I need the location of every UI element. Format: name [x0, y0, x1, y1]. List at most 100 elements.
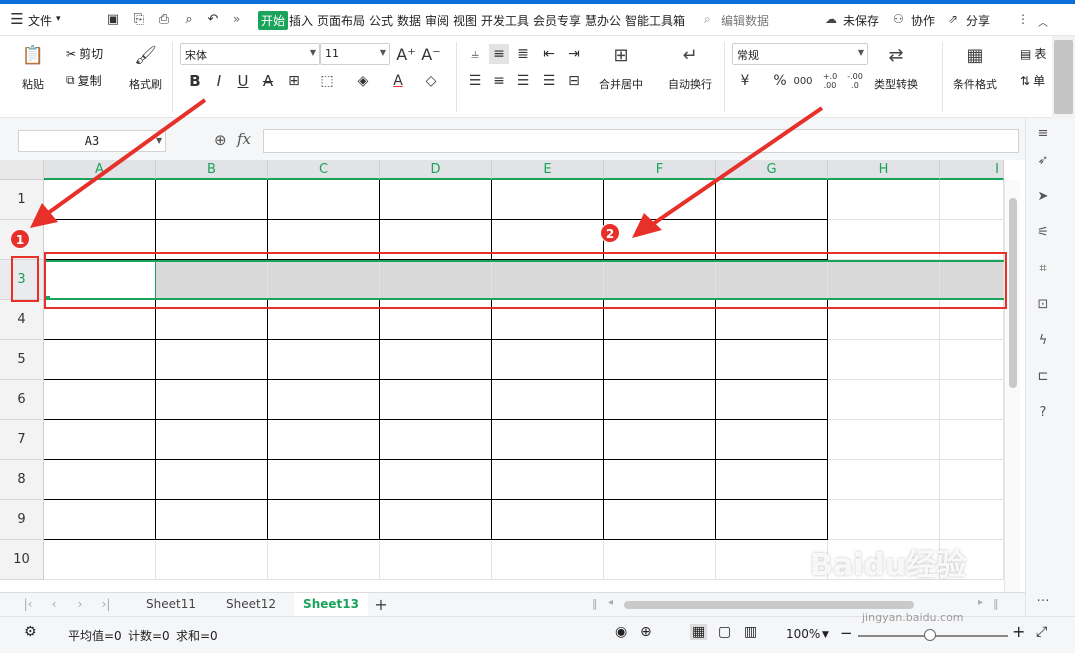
- cell-i7[interactable]: [940, 420, 1004, 460]
- active-cell-a3[interactable]: [44, 261, 156, 299]
- increase-font-icon[interactable]: A⁺: [396, 44, 416, 64]
- cell-d6[interactable]: [380, 380, 492, 420]
- share-button[interactable]: 分享: [966, 12, 990, 29]
- column-header-i[interactable]: I: [940, 160, 1004, 180]
- cell-h10[interactable]: [828, 540, 940, 580]
- unsaved-status[interactable]: 未保存: [843, 12, 879, 29]
- page-break-view-icon[interactable]: ▥: [744, 624, 757, 640]
- cell-d10[interactable]: [380, 540, 492, 580]
- cell-c6[interactable]: [268, 380, 380, 420]
- cell-i1[interactable]: [940, 180, 1004, 220]
- export-pdf-icon[interactable]: ⎘: [130, 10, 148, 28]
- book-search-icon[interactable]: ⊏: [1034, 367, 1052, 385]
- cell-b3[interactable]: [156, 260, 268, 300]
- sheet-tab-sheet12[interactable]: Sheet12: [214, 593, 288, 616]
- print-preview-icon[interactable]: ⌕: [180, 10, 198, 28]
- lightning-icon[interactable]: ϟ: [1034, 331, 1052, 349]
- cell-b7[interactable]: [156, 420, 268, 460]
- column-header-c[interactable]: C: [268, 160, 380, 180]
- tab-review[interactable]: 审阅: [425, 12, 449, 29]
- cell-d3[interactable]: [380, 260, 492, 300]
- column-header-e[interactable]: E: [492, 160, 604, 180]
- percent-icon[interactable]: %: [770, 71, 790, 91]
- row-header-5[interactable]: 5: [0, 340, 44, 380]
- tab-developer[interactable]: 开发工具: [481, 12, 529, 29]
- collaborate-button[interactable]: 协作: [911, 12, 935, 29]
- align-top-icon[interactable]: ⫨: [465, 44, 485, 64]
- row-header-1[interactable]: 1: [0, 180, 44, 220]
- clear-format-icon[interactable]: ◇: [421, 71, 441, 91]
- scrollbar-thumb[interactable]: [1054, 40, 1073, 114]
- cell-i3[interactable]: [940, 260, 1004, 300]
- cell-i10[interactable]: [940, 540, 1004, 580]
- merge-center-button[interactable]: ⊞ 合并居中: [599, 42, 643, 92]
- cell-a8[interactable]: [44, 460, 156, 500]
- more-dots-icon[interactable]: …: [1034, 588, 1052, 606]
- select-all-corner[interactable]: [0, 160, 44, 180]
- row-header-8[interactable]: 8: [0, 460, 44, 500]
- ribbon-scrollbar[interactable]: [1052, 36, 1075, 118]
- font-size-select[interactable]: 11 ▼: [320, 43, 390, 65]
- tab-member[interactable]: 会员专享: [533, 12, 581, 29]
- row-header-6[interactable]: 6: [0, 380, 44, 420]
- cell-g2[interactable]: [716, 220, 828, 260]
- zoom-in-button[interactable]: +: [1012, 622, 1025, 641]
- cell-g7[interactable]: [716, 420, 828, 460]
- search-icon[interactable]: ⌕: [704, 12, 711, 27]
- split-handle-right-icon[interactable]: ‖: [993, 597, 999, 610]
- hscroll-left-icon[interactable]: ◂: [608, 597, 613, 608]
- decrease-decimal-icon[interactable]: -.00 .0: [845, 71, 865, 91]
- cell-c7[interactable]: [268, 420, 380, 460]
- macro-record-icon[interactable]: ⚙: [24, 624, 37, 640]
- cell-h1[interactable]: [828, 180, 940, 220]
- cell-f6[interactable]: [604, 380, 716, 420]
- cell-a10[interactable]: [44, 540, 156, 580]
- cell-a1[interactable]: [44, 180, 156, 220]
- sliders-icon[interactable]: ⚟: [1034, 223, 1052, 241]
- zoom-dropdown-icon[interactable]: ▼: [822, 630, 829, 640]
- cursor-icon[interactable]: ➤: [1034, 187, 1052, 205]
- cell-i6[interactable]: [940, 380, 1004, 420]
- cell-g8[interactable]: [716, 460, 828, 500]
- cell-b4[interactable]: [156, 300, 268, 340]
- cell-c10[interactable]: [268, 540, 380, 580]
- normal-view-icon[interactable]: ▦: [690, 624, 708, 640]
- increase-decimal-icon[interactable]: +.0 .00: [820, 71, 840, 91]
- column-header-h[interactable]: H: [828, 160, 940, 180]
- align-left-icon[interactable]: ☰: [465, 71, 485, 91]
- cell-h5[interactable]: [828, 340, 940, 380]
- cell-d1[interactable]: [380, 180, 492, 220]
- wrap-text-button[interactable]: ↵ 自动换行: [668, 42, 712, 92]
- conditional-format-button[interactable]: ▦ 条件格式: [953, 42, 997, 92]
- cell-a6[interactable]: [44, 380, 156, 420]
- cell-d5[interactable]: [380, 340, 492, 380]
- zoom-slider-handle[interactable]: [924, 629, 936, 641]
- type-convert-button[interactable]: ⇄ 类型转换: [874, 42, 918, 92]
- freeze-panes-icon[interactable]: ⊕: [640, 624, 652, 640]
- cell-i4[interactable]: [940, 300, 1004, 340]
- decrease-indent-icon[interactable]: ⇤: [539, 44, 559, 64]
- font-name-select[interactable]: 宋体 ▼: [180, 43, 320, 65]
- zoom-level[interactable]: 100%: [786, 627, 820, 641]
- save-icon[interactable]: ▣: [104, 10, 122, 28]
- cell-e9[interactable]: [492, 500, 604, 540]
- decrease-font-icon[interactable]: A⁻: [421, 44, 441, 64]
- cell-c5[interactable]: [268, 340, 380, 380]
- copy-button[interactable]: ⧉ 复制: [66, 72, 102, 89]
- more-tools-chevron-icon[interactable]: »: [233, 12, 240, 26]
- fx-icon[interactable]: fx: [237, 130, 251, 148]
- italic-icon[interactable]: I: [209, 71, 229, 91]
- tab-smart-office[interactable]: 慧办公: [585, 12, 621, 29]
- cell-f10[interactable]: [604, 540, 716, 580]
- row-header-10[interactable]: 10: [0, 540, 44, 580]
- cell-h2[interactable]: [828, 220, 940, 260]
- cell-a2[interactable]: [44, 220, 156, 260]
- cell-b6[interactable]: [156, 380, 268, 420]
- add-sheet-button[interactable]: +: [370, 593, 392, 616]
- cell-c3[interactable]: [268, 260, 380, 300]
- single-cell-button[interactable]: ⇅ 单: [1020, 72, 1045, 89]
- file-menu[interactable]: 文件: [28, 12, 52, 29]
- cell-b8[interactable]: [156, 460, 268, 500]
- distributed-icon[interactable]: ⊟: [564, 71, 584, 91]
- cell-g5[interactable]: [716, 340, 828, 380]
